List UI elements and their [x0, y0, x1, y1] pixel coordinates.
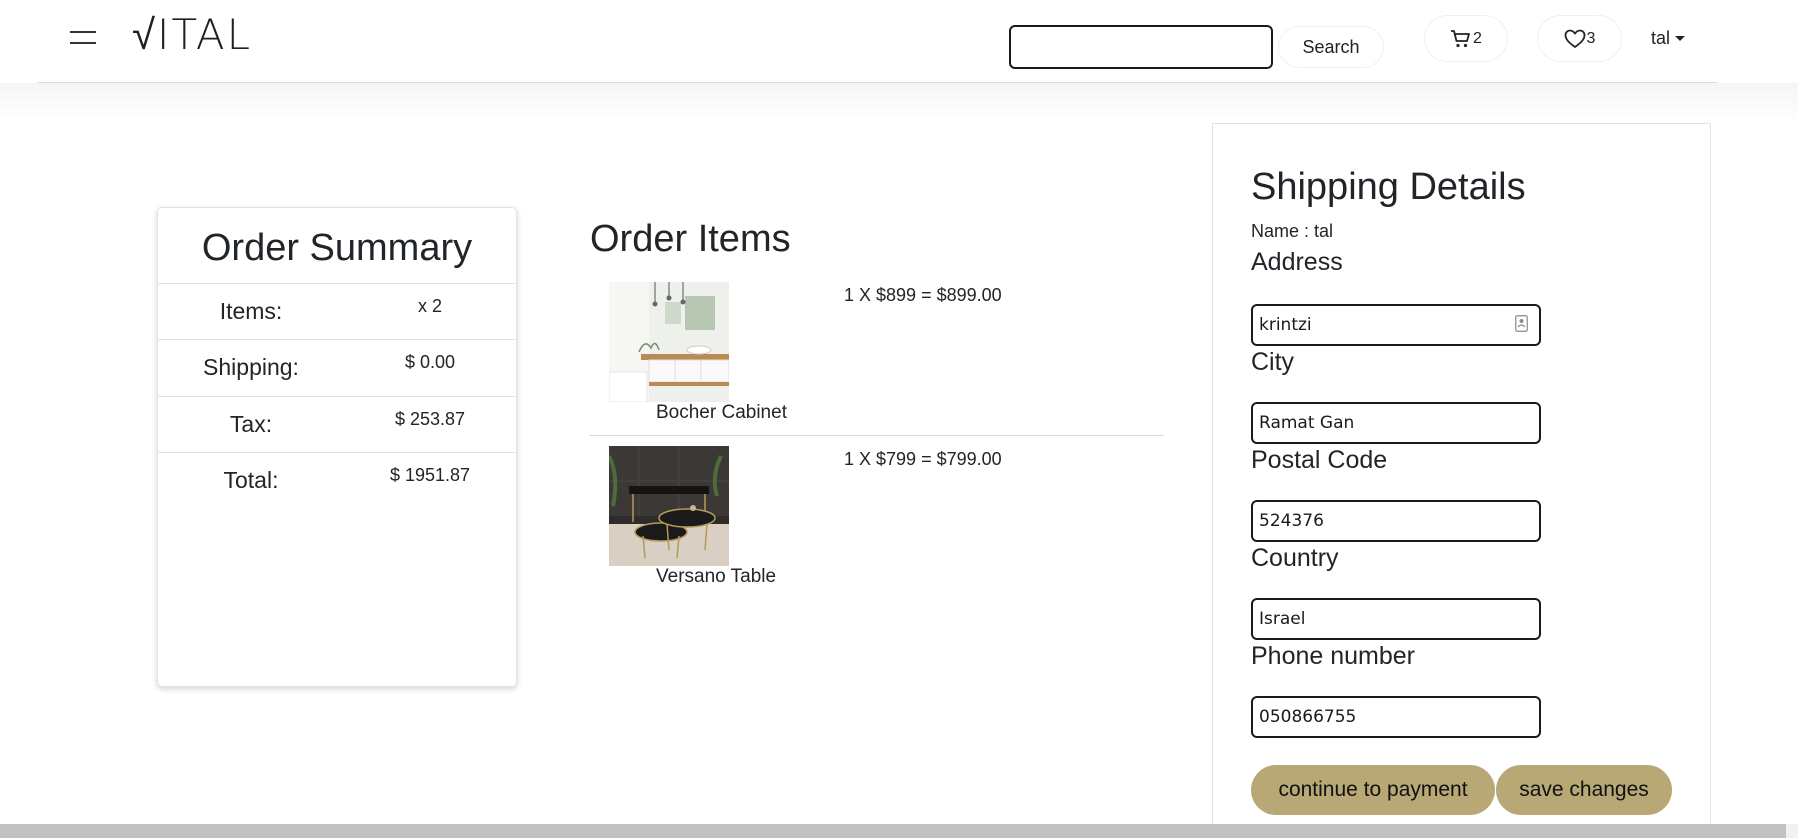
summary-value: $ 0.00 — [404, 352, 456, 372]
user-menu-dropdown[interactable]: tal — [1651, 26, 1686, 50]
search-button[interactable]: Search — [1278, 26, 1384, 68]
product-price-line: 1 X $899 = $899.00 — [844, 285, 1002, 305]
phone-number-input[interactable] — [1251, 696, 1541, 738]
summary-label: Shipping: — [203, 354, 299, 380]
header-shadow-band — [0, 83, 1798, 125]
save-changes-button[interactable]: save changes — [1496, 765, 1672, 815]
order-item: Bocher Cabinet 1 X $899 = $899.00 — [589, 282, 1164, 446]
product-name[interactable]: Bocher Cabinet — [656, 402, 787, 424]
horizontal-scrollbar[interactable] — [0, 824, 1798, 838]
address-label: Address — [1251, 248, 1343, 276]
summary-row-tax: Tax: $ 253.87 — [158, 396, 516, 452]
wishlist-button[interactable]: 3 — [1537, 15, 1622, 62]
product-image[interactable] — [609, 282, 729, 402]
contact-card-icon[interactable] — [1515, 315, 1528, 332]
order-summary-card: Order Summary Items: x 2 Shipping: $ 0.0… — [157, 207, 517, 687]
summary-row-shipping: Shipping: $ 0.00 — [158, 339, 516, 395]
summary-label: Total: — [223, 467, 279, 493]
phone-number-label: Phone number — [1251, 642, 1416, 670]
shipping-name-line: Name : tal — [1251, 221, 1334, 241]
product-price-line: 1 X $799 = $799.00 — [844, 449, 1002, 469]
summary-value: $ 253.87 — [394, 409, 466, 429]
address-input[interactable] — [1251, 304, 1541, 346]
order-summary-title: Order Summary — [201, 227, 473, 269]
user-name: tal — [1651, 27, 1671, 48]
country-input[interactable] — [1251, 598, 1541, 640]
wishlist-count: 3 — [1586, 29, 1596, 47]
cart-count: 2 — [1473, 29, 1482, 47]
scrollbar-thumb[interactable] — [0, 824, 1786, 838]
continue-to-payment-button[interactable]: continue to payment — [1251, 765, 1495, 815]
city-input[interactable] — [1251, 402, 1541, 444]
summary-label: Items: — [219, 298, 283, 324]
shipping-details-title: Shipping Details — [1251, 166, 1526, 208]
logo[interactable]: √ITAL — [132, 10, 252, 60]
summary-row-total: Total: $ 1951.87 — [158, 452, 516, 508]
item-divider — [589, 435, 1164, 436]
shipping-details-card: Shipping Details Name : tal Address City… — [1212, 123, 1711, 838]
search-input[interactable] — [1009, 25, 1273, 69]
summary-value: x 2 — [417, 296, 442, 316]
order-items-title: Order Items — [590, 218, 791, 260]
menu-icon[interactable] — [70, 28, 96, 48]
top-navbar: √ITAL Search 2 3 tal — [0, 0, 1798, 83]
city-label: City — [1251, 348, 1295, 376]
summary-row-items: Items: x 2 — [158, 283, 516, 339]
postal-code-label: Postal Code — [1251, 446, 1388, 474]
product-name[interactable]: Versano Table — [656, 566, 776, 588]
order-item: Versano Table 1 X $799 = $799.00 — [589, 446, 1164, 610]
summary-label: Tax: — [229, 411, 273, 437]
country-label: Country — [1251, 544, 1339, 572]
summary-value: $ 1951.87 — [389, 465, 471, 485]
caret-down-icon — [1675, 35, 1686, 41]
postal-code-input[interactable] — [1251, 500, 1541, 542]
heart-icon — [1564, 29, 1585, 48]
product-image[interactable] — [609, 446, 729, 566]
cart-button[interactable]: 2 — [1424, 15, 1508, 62]
cart-icon — [1451, 29, 1470, 47]
